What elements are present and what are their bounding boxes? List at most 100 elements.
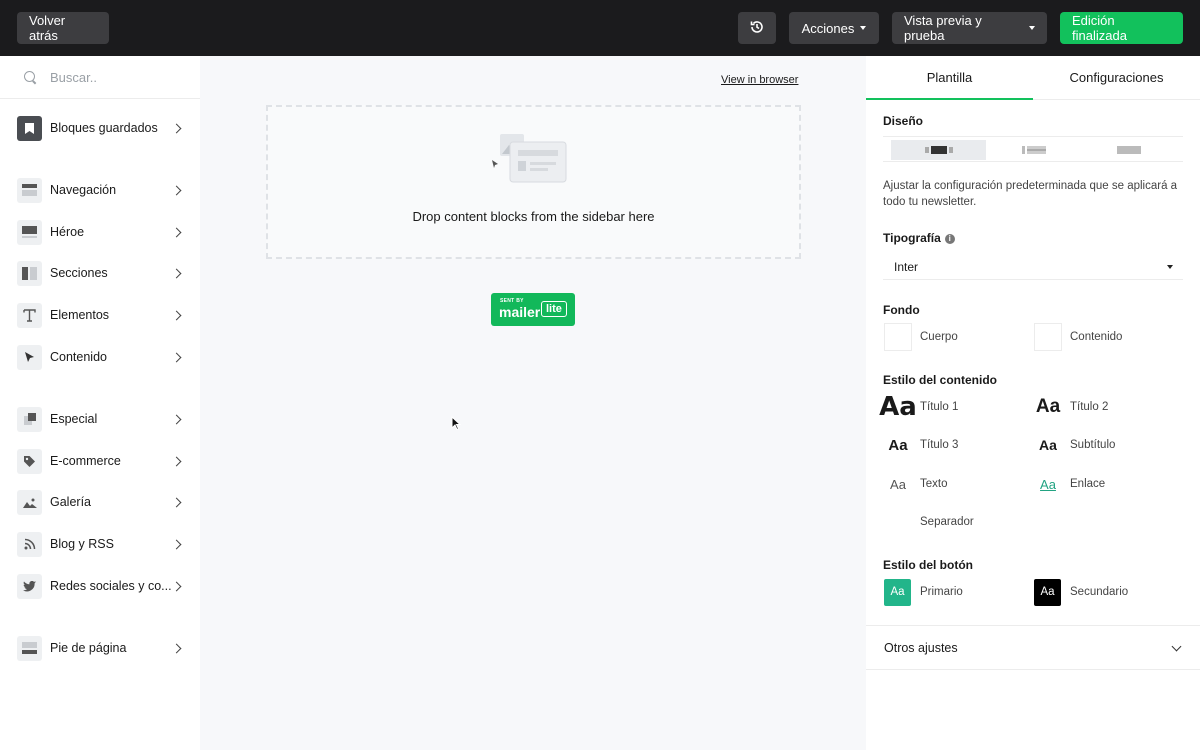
tag-icon (17, 448, 42, 474)
sidebar-item-label: Contenido (50, 350, 107, 364)
sidebar-item-blog-rss[interactable]: Blog y RSS (0, 526, 200, 562)
badge-lite: lite (541, 301, 567, 317)
badge-mailer: mailer (499, 304, 541, 320)
drop-zone[interactable]: Drop content blocks from the sidebar her… (266, 105, 801, 259)
history-icon (749, 19, 765, 38)
style-label: Subtítulo (1070, 439, 1116, 451)
color-swatch[interactable] (884, 323, 912, 351)
style-label: Título 1 (920, 401, 959, 413)
style-label: Título 2 (1070, 401, 1109, 413)
swatch-label: Contenido (1070, 331, 1123, 343)
style-label: Título 3 (920, 439, 959, 451)
style-label: Primario (920, 586, 963, 598)
style-sample: Aa (890, 476, 906, 492)
sidebar-item-label: Navegación (50, 183, 117, 197)
search-field[interactable]: Buscar.. (0, 56, 200, 99)
background-body-swatch[interactable]: Cuerpo (884, 322, 958, 352)
history-button[interactable] (738, 12, 776, 44)
other-settings-accordion[interactable]: Otros ajustes (866, 625, 1200, 670)
layout-options (883, 136, 1183, 162)
chevron-right-icon (171, 227, 182, 237)
font-select[interactable]: Inter (883, 254, 1183, 280)
secondary-button-sample: Aa (1034, 578, 1061, 606)
button-style-heading: Estilo del botón (883, 558, 973, 572)
text-icon (17, 302, 42, 328)
layout-option-full[interactable] (1081, 140, 1176, 160)
layout-option-narrow[interactable] (891, 140, 986, 160)
sidebar-item-ecommerce[interactable]: E-commerce (0, 443, 200, 479)
chevron-right-icon (171, 414, 182, 424)
style-subtitle[interactable]: Aa Subtítulo (1034, 430, 1115, 460)
layout-option-medium[interactable] (986, 140, 1081, 160)
caret-down-icon (1029, 26, 1035, 30)
chevron-right-icon (171, 497, 182, 507)
special-icon (17, 406, 42, 432)
style-heading1[interactable]: Aa Título 1 (879, 392, 959, 422)
actions-label: Acciones (801, 20, 855, 36)
mouse-pointer-icon (451, 415, 462, 434)
sidebar-item-label: E-commerce (50, 454, 121, 468)
preview-dropdown[interactable]: Vista previa y prueba (892, 12, 1047, 44)
sidebar-item-label: Pie de página (50, 641, 127, 655)
button-style-primary[interactable]: Aa Primario (884, 577, 963, 607)
image-icon (17, 489, 42, 515)
style-label: Texto (920, 478, 948, 490)
font-select-value: Inter (894, 259, 919, 274)
primary-button-sample: Aa (884, 578, 911, 606)
top-bar: Volver atrás Acciones Vista previa y pru… (0, 0, 1200, 56)
style-separator[interactable]: Separador (884, 507, 974, 537)
sidebar-item-social[interactable]: Redes sociales y co... (0, 568, 200, 604)
sidebar-item-label: Elementos (50, 308, 110, 322)
sidebar-item-sections[interactable]: Secciones (0, 255, 200, 291)
sidebar-item-label: Galería (50, 495, 91, 509)
style-sample: Aa (879, 392, 917, 422)
sidebar-item-elements[interactable]: Elementos (0, 297, 200, 333)
sidebar-item-label: Héroe (50, 225, 85, 239)
style-text[interactable]: Aa Texto (884, 469, 948, 499)
info-icon[interactable]: i (944, 234, 955, 244)
layout-narrow-icon (924, 143, 953, 158)
blocks-sidebar: Buscar.. Bloques guardados Navegación Hé… (0, 56, 200, 750)
background-content-swatch[interactable]: Contenido (1034, 322, 1122, 352)
sidebar-item-special[interactable]: Especial (0, 401, 200, 437)
chevron-right-icon (171, 456, 182, 466)
search-input[interactable]: Buscar.. (50, 70, 97, 85)
back-button-label: Volver atrás (29, 13, 66, 43)
typography-heading: Tipografía i (883, 231, 955, 245)
tab-settings[interactable]: Configuraciones (1033, 56, 1200, 100)
sidebar-item-label: Especial (50, 412, 98, 426)
sidebar-item-saved-blocks[interactable]: Bloques guardados (0, 110, 200, 146)
style-heading3[interactable]: Aa Título 3 (884, 430, 958, 460)
design-heading: Diseño (883, 114, 924, 128)
actions-dropdown[interactable]: Acciones (789, 12, 879, 44)
style-link[interactable]: Aa Enlace (1034, 469, 1105, 499)
sidebar-item-footer[interactable]: Pie de página (0, 630, 200, 666)
chevron-right-icon (171, 268, 182, 278)
sidebar-item-hero[interactable]: Héroe (0, 214, 200, 250)
settings-panel: Plantilla Configuraciones Diseño Ajustar… (866, 56, 1200, 750)
view-in-browser-link[interactable]: View in browser (721, 74, 798, 86)
button-style-secondary[interactable]: Aa Secundario (1034, 577, 1128, 607)
bookmark-icon (17, 115, 42, 141)
mailerlite-badge[interactable]: SENT BY mailer lite (491, 293, 575, 326)
footer-icon (17, 635, 42, 661)
email-canvas: View in browser Drop content blocks from… (200, 56, 866, 750)
sidebar-item-navigation[interactable]: Navegación (0, 172, 200, 208)
color-swatch[interactable] (1034, 323, 1062, 351)
back-button[interactable]: Volver atrás (17, 12, 109, 44)
chevron-right-icon (171, 581, 182, 591)
tab-template[interactable]: Plantilla (866, 56, 1033, 100)
done-editing-button[interactable]: Edición finalizada (1060, 12, 1183, 44)
search-icon (24, 71, 36, 83)
sidebar-item-gallery[interactable]: Galería (0, 484, 200, 520)
style-sample: Aa (888, 436, 908, 454)
sidebar-item-label: Bloques guardados (50, 121, 158, 135)
sidebar-item-content[interactable]: Contenido (0, 339, 200, 375)
style-heading2[interactable]: Aa Título 2 (1034, 392, 1109, 422)
chevron-right-icon (171, 643, 182, 653)
twitter-icon (17, 573, 42, 599)
design-description: Ajustar la configuración predeterminada … (883, 180, 1178, 208)
style-label: Separador (920, 516, 974, 528)
chevron-right-icon (171, 539, 182, 549)
rss-icon (17, 531, 42, 557)
